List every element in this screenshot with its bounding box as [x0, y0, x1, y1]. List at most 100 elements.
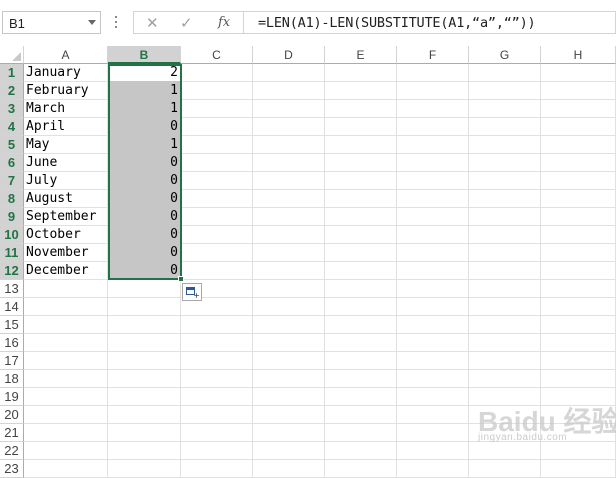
row-header-2[interactable]: 2 [0, 82, 24, 100]
cell-a19[interactable] [24, 388, 108, 406]
cell-h2[interactable] [541, 82, 616, 100]
cell-e22[interactable] [325, 442, 397, 460]
cell-a17[interactable] [24, 352, 108, 370]
cell-a13[interactable] [24, 280, 108, 298]
formula-input[interactable]: =LEN(A1)-LEN(SUBSTITUTE(A1,“a”,“”)) [243, 11, 616, 34]
cell-d21[interactable] [253, 424, 325, 442]
cell-e13[interactable] [325, 280, 397, 298]
cell-h11[interactable] [541, 244, 616, 262]
row-header-12[interactable]: 12 [0, 262, 24, 280]
cell-e12[interactable] [325, 262, 397, 280]
cell-f18[interactable] [397, 370, 469, 388]
cell-b12[interactable]: 0 [108, 262, 181, 280]
chevron-down-icon[interactable] [88, 20, 96, 25]
cell-f13[interactable] [397, 280, 469, 298]
cell-c4[interactable] [181, 118, 253, 136]
cell-e2[interactable] [325, 82, 397, 100]
cell-e14[interactable] [325, 298, 397, 316]
cell-g15[interactable] [469, 316, 541, 334]
cell-g13[interactable] [469, 280, 541, 298]
cell-e16[interactable] [325, 334, 397, 352]
cell-e15[interactable] [325, 316, 397, 334]
cell-f1[interactable] [397, 64, 469, 82]
cell-e9[interactable] [325, 208, 397, 226]
quick-analysis-button[interactable]: + [182, 283, 202, 301]
cell-g10[interactable] [469, 226, 541, 244]
cell-g11[interactable] [469, 244, 541, 262]
cell-b21[interactable] [108, 424, 181, 442]
cell-f8[interactable] [397, 190, 469, 208]
cell-d11[interactable] [253, 244, 325, 262]
cell-d23[interactable] [253, 460, 325, 478]
cell-c2[interactable] [181, 82, 253, 100]
row-header-23[interactable]: 23 [0, 460, 24, 478]
row-header-11[interactable]: 11 [0, 244, 24, 262]
column-header-c[interactable]: C [181, 46, 253, 64]
cell-b5[interactable]: 1 [108, 136, 181, 154]
column-header-e[interactable]: E [325, 46, 397, 64]
cell-c5[interactable] [181, 136, 253, 154]
cell-b16[interactable] [108, 334, 181, 352]
cell-c16[interactable] [181, 334, 253, 352]
cell-h10[interactable] [541, 226, 616, 244]
cell-e11[interactable] [325, 244, 397, 262]
insert-function-icon[interactable]: fx [218, 15, 230, 30]
cell-h15[interactable] [541, 316, 616, 334]
cell-f20[interactable] [397, 406, 469, 424]
cell-e6[interactable] [325, 154, 397, 172]
cell-d15[interactable] [253, 316, 325, 334]
column-header-a[interactable]: A [24, 46, 108, 64]
row-header-15[interactable]: 15 [0, 316, 24, 334]
cell-f6[interactable] [397, 154, 469, 172]
cell-d14[interactable] [253, 298, 325, 316]
cell-e5[interactable] [325, 136, 397, 154]
column-header-f[interactable]: F [397, 46, 469, 64]
cell-d1[interactable] [253, 64, 325, 82]
name-box[interactable]: B1 [2, 11, 101, 34]
cell-e20[interactable] [325, 406, 397, 424]
cell-h8[interactable] [541, 190, 616, 208]
cell-b9[interactable]: 0 [108, 208, 181, 226]
cell-b11[interactable]: 0 [108, 244, 181, 262]
cell-a5[interactable]: May [24, 136, 108, 154]
cell-d8[interactable] [253, 190, 325, 208]
cell-g9[interactable] [469, 208, 541, 226]
fill-handle[interactable] [178, 276, 184, 282]
row-header-7[interactable]: 7 [0, 172, 24, 190]
cell-c12[interactable] [181, 262, 253, 280]
cell-g18[interactable] [469, 370, 541, 388]
cell-f10[interactable] [397, 226, 469, 244]
cell-d7[interactable] [253, 172, 325, 190]
cell-f19[interactable] [397, 388, 469, 406]
cell-h4[interactable] [541, 118, 616, 136]
row-header-9[interactable]: 9 [0, 208, 24, 226]
cell-f11[interactable] [397, 244, 469, 262]
row-header-6[interactable]: 6 [0, 154, 24, 172]
column-header-d[interactable]: D [253, 46, 325, 64]
column-header-h[interactable]: H [541, 46, 616, 64]
cell-g1[interactable] [469, 64, 541, 82]
cell-a20[interactable] [24, 406, 108, 424]
cell-a9[interactable]: September [24, 208, 108, 226]
cell-e10[interactable] [325, 226, 397, 244]
row-header-17[interactable]: 17 [0, 352, 24, 370]
cell-b6[interactable]: 0 [108, 154, 181, 172]
cell-d3[interactable] [253, 100, 325, 118]
cell-a21[interactable] [24, 424, 108, 442]
cell-d10[interactable] [253, 226, 325, 244]
cell-h17[interactable] [541, 352, 616, 370]
cell-e7[interactable] [325, 172, 397, 190]
cell-c3[interactable] [181, 100, 253, 118]
cell-h6[interactable] [541, 154, 616, 172]
row-header-10[interactable]: 10 [0, 226, 24, 244]
column-header-g[interactable]: G [469, 46, 541, 64]
cell-c15[interactable] [181, 316, 253, 334]
row-header-16[interactable]: 16 [0, 334, 24, 352]
row-header-20[interactable]: 20 [0, 406, 24, 424]
cell-a22[interactable] [24, 442, 108, 460]
cell-d19[interactable] [253, 388, 325, 406]
cell-d9[interactable] [253, 208, 325, 226]
row-header-5[interactable]: 5 [0, 136, 24, 154]
cell-g2[interactable] [469, 82, 541, 100]
row-header-3[interactable]: 3 [0, 100, 24, 118]
